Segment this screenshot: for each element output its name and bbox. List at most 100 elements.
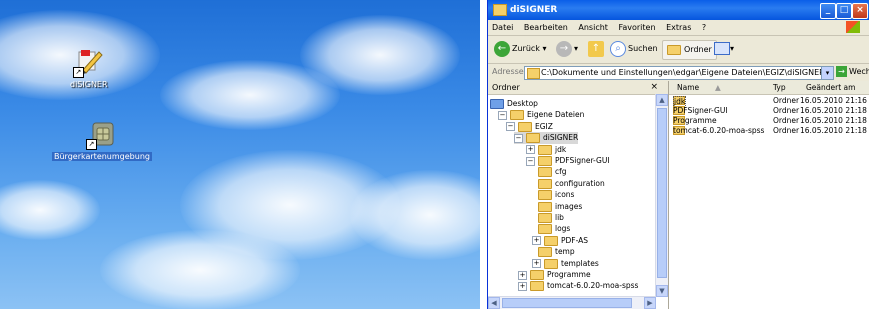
menu-help[interactable]: ? [702,23,706,32]
file-name: PDFSigner-GUI [673,106,728,115]
tree-item-label: diSIGNER [543,133,579,143]
address-field[interactable]: C:\Dokumente und Einstellungen\edgar\Eig… [524,66,824,80]
tree-item-label: images [555,201,583,211]
file-list-pane: Name ▲ Typ Geändert am jdk Ordner 16.05.20… [669,81,869,309]
go-button[interactable]: →Wechseln zu [836,66,869,77]
back-label: Zurück [512,44,540,53]
go-label: Wechseln zu [849,67,869,76]
desktop-shortcut-buergerkarte[interactable]: ↗ Bürgerkartenumgebung [52,118,152,161]
list-item[interactable]: jdk Ordner 16.05.2010 21:16 [669,96,869,108]
folder-icon [518,121,532,132]
cloud [300,15,460,95]
expand-icon[interactable]: + [532,259,541,269]
search-button[interactable]: ⌕ Suchen [610,40,658,58]
folder-icon [527,68,540,79]
tree-item-label: temp [555,247,575,257]
tree-item[interactable]: − Eigene Dateien [498,109,584,121]
tree-item[interactable]: configuration [538,178,605,190]
tree-item[interactable]: images [538,201,582,213]
forward-arrow-icon: → [556,40,572,57]
tree-item[interactable]: lib [538,212,564,224]
scroll-thumb[interactable] [657,108,667,278]
tree-item-label: PDFSigner-GUI [555,156,610,165]
list-item[interactable]: PDFSigner-GUI Ordner 16.05.2010 21:18 [669,106,869,116]
file-type: Ordner [773,106,800,115]
back-button[interactable]: ← Zurück ▾ [494,40,547,58]
tree-item[interactable]: + jdk [526,144,566,156]
folder-tree-pane: Ordner × Desktop − Eigene Dateien − EGIZ − diS… [488,81,669,309]
cloud [100,230,300,309]
chip-card-icon: ↗ [85,118,118,150]
menu-favoriten[interactable]: Favoriten [618,23,655,32]
folder-icon [538,156,552,166]
back-arrow-icon: ← [494,40,510,57]
tree-item[interactable]: logs [538,223,570,235]
folders-label: Ordner [684,45,712,54]
menu-datei[interactable]: Datei [492,23,513,32]
column-header-name[interactable]: Name [677,81,699,94]
address-value: C:\Dokumente und Einstellungen\edgar\Eig… [541,68,824,77]
menu-bar: Datei Bearbeiten Ansicht Favoriten Extra… [488,20,869,36]
address-dropdown-button[interactable]: ▾ [821,66,834,80]
folder-icon [538,178,552,189]
close-button[interactable]: × [852,3,868,19]
tree-item[interactable]: − EGIZ [506,121,553,133]
menu-ansicht[interactable]: Ansicht [578,23,608,32]
list-item[interactable]: Programme Ordner 16.05.2010 21:18 [669,116,869,126]
list-item[interactable]: tomcat-6.0.20-moa-spss Ordner 16.05.2010 2… [669,126,869,136]
scroll-left-button[interactable]: ◀ [488,297,500,309]
tree-item[interactable]: + PDF-AS [532,235,588,247]
collapse-icon[interactable]: − [498,110,507,120]
folder-icon [493,4,507,16]
address-label: Adresse [492,67,524,76]
tree-item[interactable]: temp [538,246,575,258]
desktop: ↗ diSIGNER ↗ Bürgerkartenumgebung [0,0,480,309]
folder-icon [538,190,552,201]
collapse-icon[interactable]: − [514,133,523,143]
minimize-button[interactable]: _ [820,3,836,19]
column-header-modified[interactable]: Geändert am [806,81,855,94]
tree-item[interactable]: + Programme [518,269,591,281]
desktop-shortcut-disigner[interactable]: ↗ diSIGNER [68,46,110,89]
collapse-icon[interactable]: − [506,122,515,132]
tree-item-label: Programme [547,270,591,279]
folder-icon [544,235,558,246]
views-button[interactable]: ▾ [714,40,734,58]
title-bar[interactable]: diSIGNER _ □ × [488,0,869,20]
tree-item[interactable]: cfg [538,166,567,178]
column-header-type[interactable]: Typ [773,81,786,94]
expand-icon[interactable]: + [518,270,527,280]
disigner-app-icon: ↗ [72,46,105,78]
forward-button[interactable]: → ▾ [556,40,578,58]
tree-item-label: jdk [555,144,567,154]
tree-item[interactable]: icons [538,189,574,201]
scroll-down-button[interactable]: ▼ [656,285,668,297]
expand-icon[interactable]: + [532,236,541,246]
expand-icon[interactable]: + [518,281,527,291]
tree-item[interactable]: Desktop [490,98,538,110]
expand-icon[interactable]: + [526,145,535,155]
maximize-button[interactable]: □ [836,3,852,19]
menu-bearbeiten[interactable]: Bearbeiten [524,23,568,32]
tree-item[interactable]: + templates [532,258,599,270]
tree-item[interactable]: + tomcat-6.0.20-moa-spss [518,280,638,292]
go-arrow-icon: → [836,66,847,77]
up-folder-button[interactable]: ↑ [588,40,606,58]
scroll-thumb[interactable] [502,298,632,308]
dropdown-arrow-icon: ▾ [574,44,579,53]
scroll-up-button[interactable]: ▲ [656,94,668,106]
folders-button[interactable]: Ordner [662,40,717,60]
desktop-icon-label: diSIGNER [70,80,108,89]
tree-item[interactable]: − PDFSigner-GUI [526,155,610,167]
folder-icon [544,258,558,269]
folder-icon [538,224,552,235]
tree-item[interactable]: − diSIGNER [514,132,579,145]
tree-horizontal-scrollbar[interactable]: ◀ ▶ [488,296,656,309]
collapse-icon[interactable]: − [526,156,535,166]
menu-extras[interactable]: Extras [666,23,691,32]
dropdown-arrow-icon: ▾ [730,44,735,53]
scroll-right-button[interactable]: ▶ [644,297,656,309]
close-pane-button[interactable]: × [650,81,658,94]
file-modified: 16.05.2010 21:18 [800,106,867,115]
tree-vertical-scrollbar[interactable]: ▲ ▼ [655,94,668,297]
